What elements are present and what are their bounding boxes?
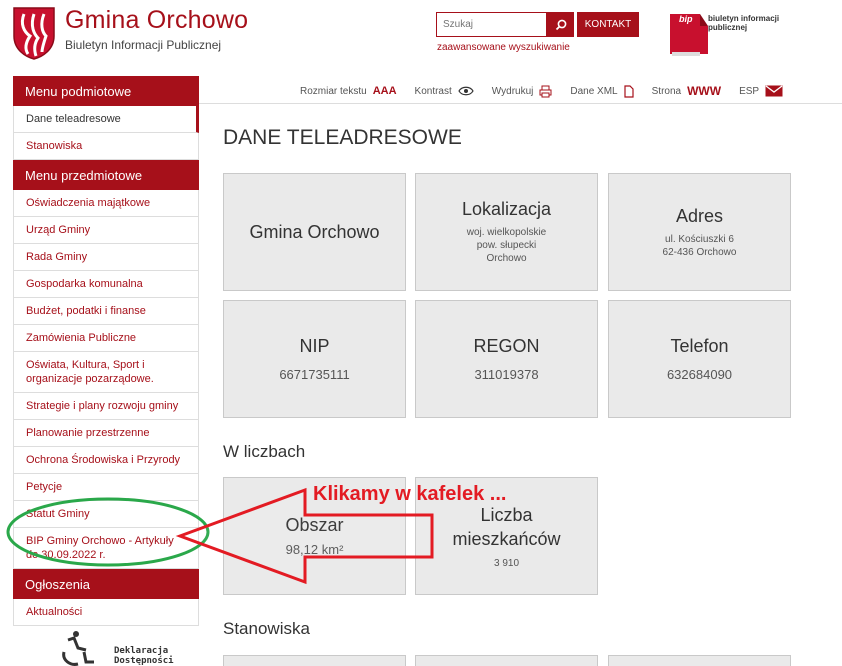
page-title: DANE TELEADRESOWE [223,126,462,149]
sidebar: Menu podmiotowe Dane teleadresowe Stanow… [13,76,199,626]
website-button[interactable]: Strona WWW [652,84,721,98]
text-size-icon-text: AAA [372,85,397,97]
xml-data-button[interactable]: Dane XML [570,84,634,98]
tile-title: Lokalizacja [461,199,552,219]
sidebar-item-zamowienia[interactable]: Zamówienia Publiczne [13,325,199,352]
search-button[interactable] [547,12,574,37]
contrast-button[interactable]: Kontrast [415,86,474,97]
search-input[interactable] [436,12,547,37]
print-button[interactable]: Wydrukuj [492,85,553,98]
tile-nip[interactable]: NIP 6671735111 [223,300,406,418]
search-icon [555,19,566,30]
sidebar-item-petycje[interactable]: Petycje [13,474,199,501]
contrast-label: Kontrast [414,85,452,97]
sidebar-item-strategie[interactable]: Strategie i plany rozwoju gminy [13,393,199,420]
site-title[interactable]: Gmina Orchowo [65,6,248,35]
site-subtitle: Biuletyn Informacji Publicznej [65,38,222,52]
xml-file-icon [624,84,634,98]
annotation-text: Klikamy w kafelek ... [313,483,507,505]
website-label: Strona [651,85,682,97]
tile-position-2[interactable] [415,655,598,666]
tile-position-3[interactable] [608,655,791,666]
section-title-numbers: W liczbach [223,442,306,461]
printer-icon [539,85,552,97]
tile-value: 6671735111 [279,367,350,382]
tile-line: woj. wielkopolskie [466,227,547,238]
sidebar-item-statut[interactable]: Statut Gminy [13,501,199,528]
tile-lokalizacja[interactable]: Lokalizacja woj. wielkopolskie pow. słup… [415,173,598,291]
tile-position-1[interactable] [223,655,406,666]
header: Gmina Orchowo Biuletyn Informacji Public… [0,0,842,74]
bip-logo-mark: bip [679,14,693,24]
esp-label: ESP [739,85,760,97]
coat-of-arms-logo[interactable] [12,6,56,60]
tile-gmina-orchowo[interactable]: Gmina Orchowo [223,173,406,291]
esp-button[interactable]: ESP [739,85,783,97]
text-size-icon: AAA [373,85,397,97]
sidebar-item-oswiadczenia[interactable]: Oświadczenia majątkowe [13,190,199,217]
accessibility-toolbar: Rozmiar tekstu AAA Kontrast Wydrukuj Dan… [300,82,801,100]
sidebar-item-stanowiska[interactable]: Stanowiska [13,133,199,160]
tile-detail: ul. Kościuszki 6 62-436 Orchowo [663,233,737,259]
text-size-label: Rozmiar tekstu [300,85,367,97]
sidebar-item-planowanie[interactable]: Planowanie przestrzenne [13,420,199,447]
tile-adres[interactable]: Adres ul. Kościuszki 6 62-436 Orchowo [608,173,791,291]
tile-line: ul. Kościuszki 6 [665,233,734,245]
eye-icon [458,86,474,96]
announcements-header[interactable]: Ogłoszenia [13,569,199,599]
tile-title: Telefon [670,336,729,356]
bip-logo-text: biuletyn informacji publicznej [708,14,780,32]
toolbar-divider [198,103,842,104]
tile-detail: woj. wielkopolskie pow. słupecki Orchowo [467,226,546,265]
tile-value: 632684090 [666,367,733,382]
envelope-icon [765,85,783,97]
advanced-search-link[interactable]: zaawansowane wyszukiwanie [437,42,570,53]
sidebar-item-dane-teleadresowe[interactable]: Dane teleadresowe [13,106,199,133]
tile-title: REGON [473,336,540,356]
tile-value: 311019378 [474,367,539,382]
sidebar-item-rada-gminy[interactable]: Rada Gminy [13,244,199,271]
tile-title: NIP [299,336,330,356]
www-icon-text: WWW [687,84,722,98]
sidebar-item-urzad-gminy[interactable]: Urząd Gminy [13,217,199,244]
xml-data-label: Dane XML [570,85,618,97]
print-label: Wydrukuj [491,85,534,97]
sidebar-item-bip-artykuly[interactable]: BIP Gminy Orchowo - Artykuły do 30.09.20… [13,528,199,569]
tile-line: Orchowo [486,253,527,264]
tile-value: 98,12 km² [285,542,344,557]
sidebar-item-oswiata[interactable]: Oświata, Kultura, Sport i organizacje po… [13,352,199,393]
tile-telefon[interactable]: Telefon 632684090 [608,300,791,418]
sidebar-item-ochrona[interactable]: Ochrona Środowiska i Przyrody [13,447,199,474]
tile-title: Adres [675,205,724,226]
contact-button[interactable]: KONTAKT [577,12,639,37]
sidebar-item-aktualnosci[interactable]: Aktualności [13,599,199,626]
object-menu-header[interactable]: Menu przedmiotowe [13,160,199,190]
accessibility-declaration-label[interactable]: Deklaracja Dostępności [114,646,174,666]
tile-title: Obszar [285,515,344,535]
section-title-positions: Stanowiska [223,619,310,638]
tile-regon[interactable]: REGON 311019378 [415,300,598,418]
tile-line: pow. słupecki [476,240,537,251]
www-icon: WWW [687,84,721,98]
subject-menu-header[interactable]: Menu podmiotowe [13,76,199,106]
tile-line: 62-436 Orchowo [662,246,737,258]
sidebar-item-gospodarka[interactable]: Gospodarka komunalna [13,271,199,298]
text-size-button[interactable]: Rozmiar tekstu AAA [300,85,397,97]
sidebar-item-budzet[interactable]: Budżet, podatki i finanse [13,298,199,325]
tile-value: 3 910 [493,557,520,569]
tile-title: Liczba mieszkańców [452,504,561,549]
tile-title: Gmina Orchowo [249,221,380,242]
